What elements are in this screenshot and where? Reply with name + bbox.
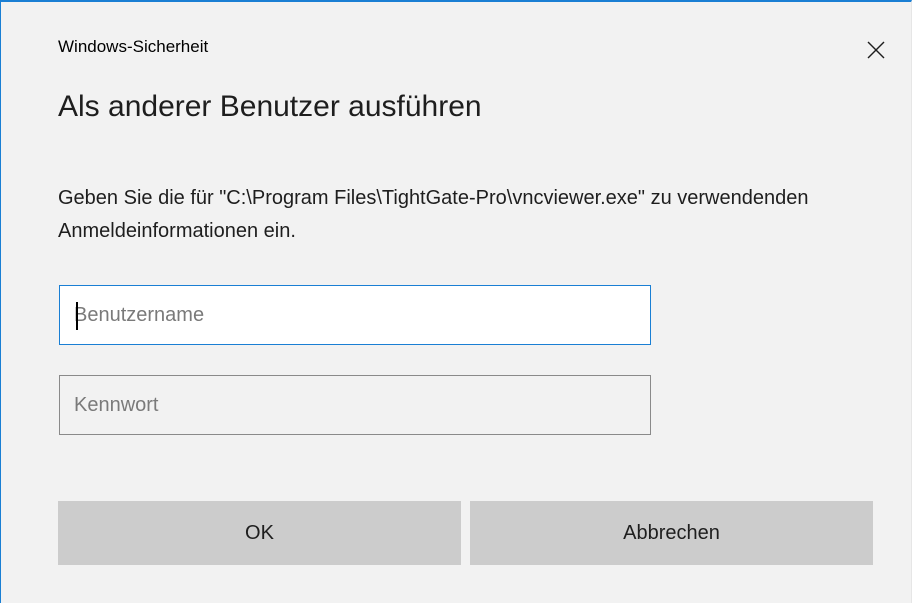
dialog-description: Geben Sie die für "C:\Program Files\Tigh…	[58, 187, 809, 242]
dialog-heading: Als anderer Benutzer ausführen	[58, 90, 482, 123]
close-icon	[867, 41, 885, 59]
username-input[interactable]	[59, 285, 651, 345]
credential-dialog: Windows-Sicherheit Als anderer Benutzer …	[0, 0, 912, 603]
cancel-button[interactable]: Abbrechen	[470, 501, 873, 565]
password-input[interactable]	[59, 375, 651, 435]
close-button[interactable]	[859, 34, 893, 66]
ok-button[interactable]: OK	[58, 501, 461, 565]
text-caret	[76, 302, 78, 330]
window-title: Windows-Sicherheit	[58, 37, 209, 56]
